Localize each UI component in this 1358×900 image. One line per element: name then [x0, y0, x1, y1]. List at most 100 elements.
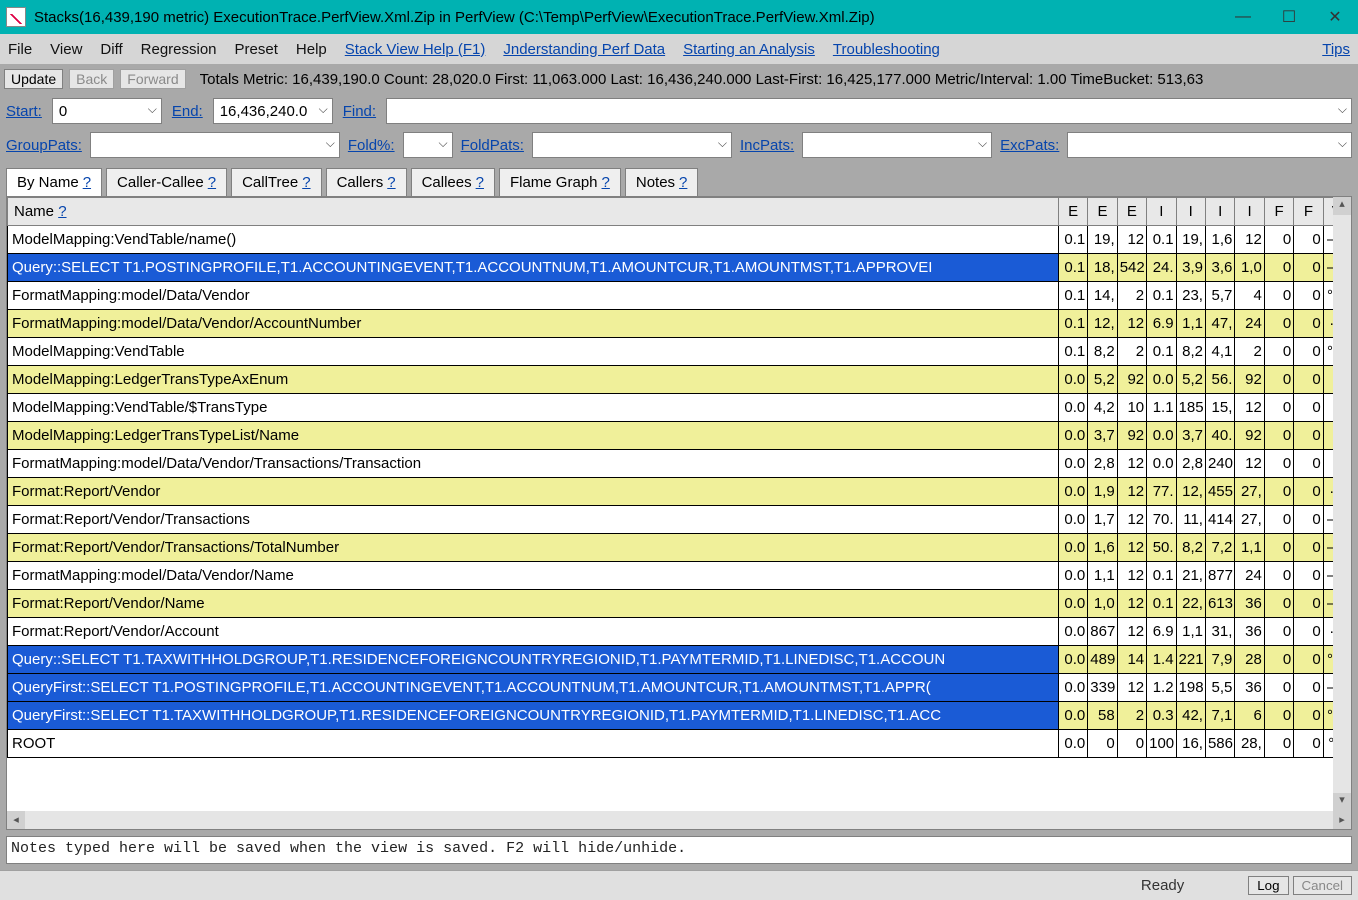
scroll-right-icon[interactable]: ▸ [1333, 811, 1351, 829]
row-cell[interactable]: 19, [1088, 226, 1117, 254]
horizontal-scrollbar[interactable]: ◂ ▸ [7, 811, 1351, 829]
foldpats-input[interactable] [532, 132, 732, 158]
row-cell[interactable]: 27, [1235, 478, 1264, 506]
row-cell[interactable]: 0 [1294, 506, 1323, 534]
row-cell[interactable]: 6.9 [1147, 310, 1176, 338]
row-name[interactable]: ModelMapping:LedgerTransTypeAxEnum [8, 366, 1059, 394]
row-cell[interactable]: 0 [1264, 338, 1293, 366]
column-header-6[interactable]: I [1235, 198, 1264, 226]
row-cell[interactable]: 5,2 [1088, 366, 1117, 394]
excpats-input[interactable] [1067, 132, 1352, 158]
row-cell[interactable]: 0 [1264, 506, 1293, 534]
row-cell[interactable]: 0 [1294, 478, 1323, 506]
start-label[interactable]: Start: [6, 103, 42, 120]
row-cell[interactable]: 10 [1117, 394, 1146, 422]
row-name[interactable]: ModelMapping:LedgerTransTypeList/Name [8, 422, 1059, 450]
row-cell[interactable]: 12 [1117, 674, 1146, 702]
row-cell[interactable]: 28 [1235, 646, 1264, 674]
minimize-button[interactable]: — [1220, 0, 1266, 34]
menu-file[interactable]: File [8, 41, 32, 58]
row-cell[interactable]: 92 [1235, 422, 1264, 450]
row-cell[interactable]: 1.4 [1147, 646, 1176, 674]
row-cell[interactable]: 100 [1147, 730, 1176, 758]
row-cell[interactable]: 0 [1264, 534, 1293, 562]
row-cell[interactable]: 24 [1235, 310, 1264, 338]
row-cell[interactable]: 12 [1235, 450, 1264, 478]
row-cell[interactable]: 0 [1294, 590, 1323, 618]
row-cell[interactable]: 0 [1264, 366, 1293, 394]
row-cell[interactable]: 2 [1117, 702, 1146, 730]
row-cell[interactable]: 240 [1205, 450, 1234, 478]
row-cell[interactable]: 12 [1117, 310, 1146, 338]
row-cell[interactable]: 6.9 [1147, 618, 1176, 646]
row-cell[interactable]: 0.1 [1058, 226, 1087, 254]
row-cell[interactable]: 0 [1294, 730, 1323, 758]
forward-button[interactable]: Forward [120, 69, 185, 89]
row-cell[interactable]: 455 [1205, 478, 1234, 506]
row-cell[interactable]: 0 [1294, 450, 1323, 478]
row-cell[interactable]: 0 [1264, 254, 1293, 282]
menu-view[interactable]: View [50, 41, 82, 58]
row-cell[interactable]: 42, [1176, 702, 1205, 730]
row-cell[interactable]: 0 [1264, 674, 1293, 702]
link-troubleshooting[interactable]: Troubleshooting [833, 41, 940, 58]
row-cell[interactable]: 0 [1294, 394, 1323, 422]
row-cell[interactable]: 1,1 [1176, 618, 1205, 646]
row-cell[interactable]: 1,1 [1235, 534, 1264, 562]
row-cell[interactable]: 613 [1205, 590, 1234, 618]
row-cell[interactable]: 12 [1117, 618, 1146, 646]
table-row[interactable]: FormatMapping:model/Data/Vendor/Transact… [8, 450, 1351, 478]
row-name[interactable]: Format:Report/Vendor [8, 478, 1059, 506]
row-cell[interactable]: 0 [1294, 618, 1323, 646]
column-header-0[interactable]: E [1058, 198, 1087, 226]
scroll-left-icon[interactable]: ◂ [7, 811, 25, 829]
row-cell[interactable]: 24. [1147, 254, 1176, 282]
row-name[interactable]: ROOT [8, 730, 1059, 758]
row-cell[interactable]: 0 [1294, 674, 1323, 702]
tab-callees[interactable]: Callees ? [411, 168, 495, 196]
row-cell[interactable]: 0 [1294, 338, 1323, 366]
row-cell[interactable]: 0.1 [1147, 562, 1176, 590]
table-row[interactable]: ModelMapping:LedgerTransTypeList/Name0.0… [8, 422, 1351, 450]
row-cell[interactable]: 0 [1264, 702, 1293, 730]
row-cell[interactable]: 21, [1176, 562, 1205, 590]
tab-callers[interactable]: Callers ? [326, 168, 407, 196]
row-cell[interactable]: 185 [1176, 394, 1205, 422]
row-name[interactable]: FormatMapping:model/Data/Vendor/Transact… [8, 450, 1059, 478]
table-row[interactable]: FormatMapping:model/Data/Vendor/AccountN… [8, 310, 1351, 338]
row-cell[interactable]: 12 [1235, 226, 1264, 254]
row-cell[interactable]: 0 [1264, 394, 1293, 422]
scroll-down-icon[interactable]: ▾ [1333, 793, 1351, 811]
row-name[interactable]: Format:Report/Vendor/Account [8, 618, 1059, 646]
row-cell[interactable]: 4 [1235, 282, 1264, 310]
row-cell[interactable]: 8,2 [1088, 338, 1117, 366]
row-cell[interactable]: 0.0 [1058, 618, 1087, 646]
row-cell[interactable]: 0 [1264, 618, 1293, 646]
row-cell[interactable]: 0.1 [1058, 338, 1087, 366]
row-cell[interactable]: 0 [1294, 702, 1323, 730]
row-name[interactable]: Query::SELECT T1.POSTINGPROFILE,T1.ACCOU… [8, 254, 1059, 282]
close-button[interactable]: ✕ [1312, 0, 1358, 34]
row-cell[interactable]: 0.1 [1058, 254, 1087, 282]
row-cell[interactable]: 15, [1205, 394, 1234, 422]
row-name[interactable]: Format:Report/Vendor/Name [8, 590, 1059, 618]
table-row[interactable]: ModelMapping:VendTable/name()0.119,120.1… [8, 226, 1351, 254]
row-cell[interactable]: 12 [1117, 562, 1146, 590]
table-row[interactable]: QueryFirst::SELECT T1.TAXWITHHOLDGROUP,T… [8, 702, 1351, 730]
menu-diff[interactable]: Diff [100, 41, 122, 58]
column-header-7[interactable]: F [1264, 198, 1293, 226]
row-cell[interactable]: 0 [1264, 590, 1293, 618]
table-row[interactable]: FormatMapping:model/Data/Vendor0.114,20.… [8, 282, 1351, 310]
row-cell[interactable]: 339 [1088, 674, 1117, 702]
grouppats-label[interactable]: GroupPats: [6, 137, 82, 154]
row-cell[interactable]: 4,1 [1205, 338, 1234, 366]
row-cell[interactable]: 12 [1117, 506, 1146, 534]
row-cell[interactable]: 0 [1294, 282, 1323, 310]
row-cell[interactable]: 867 [1088, 618, 1117, 646]
row-cell[interactable]: 1,0 [1235, 254, 1264, 282]
row-cell[interactable]: 40. [1205, 422, 1234, 450]
row-cell[interactable]: 0 [1264, 310, 1293, 338]
row-cell[interactable]: 2 [1235, 338, 1264, 366]
row-cell[interactable]: 0.0 [1058, 674, 1087, 702]
row-cell[interactable]: 1,7 [1088, 506, 1117, 534]
